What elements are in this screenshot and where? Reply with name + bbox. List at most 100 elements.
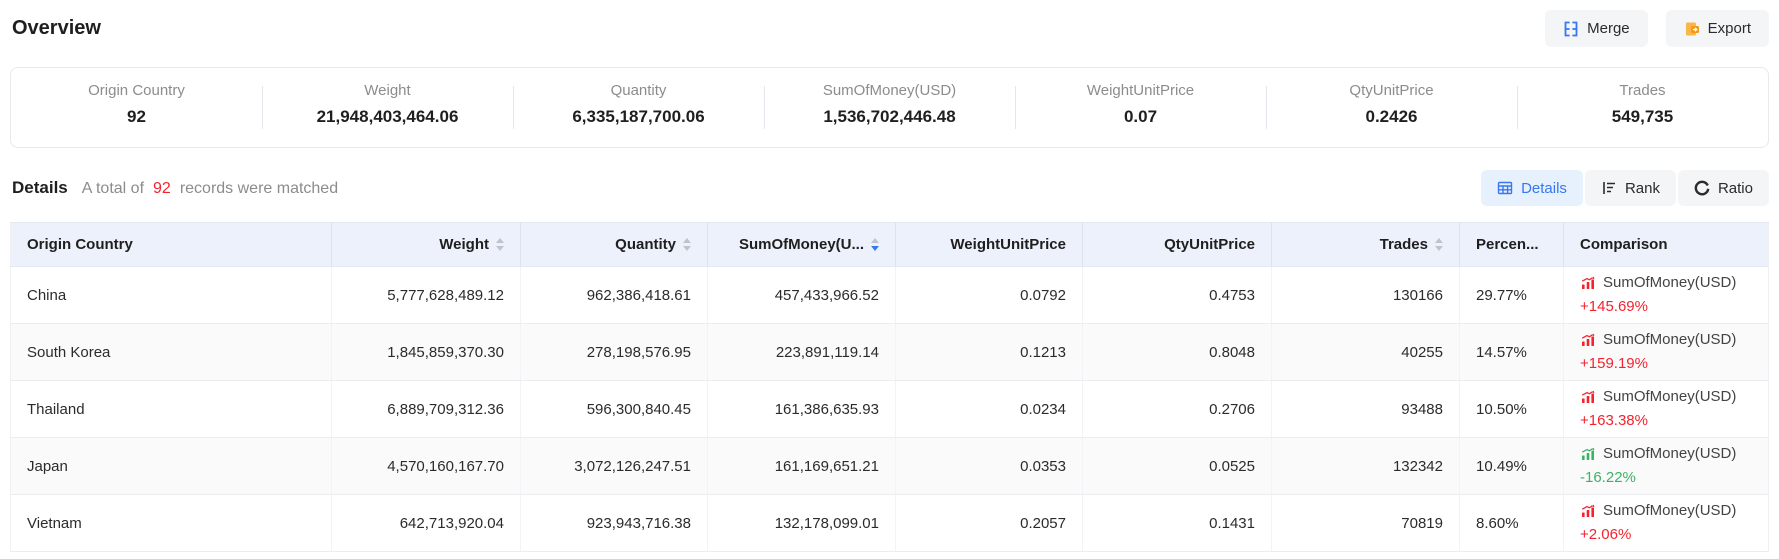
cell-sum-of-money: 132,178,099.01: [708, 495, 896, 552]
col-label: Origin Country: [27, 236, 133, 253]
comparison-change-value: +159.19%: [1580, 354, 1752, 374]
details-table: Origin Country Weight Quantity SumOfMone…: [10, 222, 1769, 552]
stat-trades: Trades 549,735: [1517, 68, 1768, 147]
tab-ratio[interactable]: Ratio: [1678, 170, 1769, 206]
page-title: Overview: [12, 17, 101, 40]
trend-chart-icon: [1580, 503, 1596, 519]
cell-quantity: 3,072,126,247.51: [521, 438, 708, 495]
cell-weight-unit-price: 0.0353: [896, 438, 1083, 495]
col-label: Quantity: [615, 236, 676, 253]
cell-comparison: SumOfMoney(USD) +145.69%: [1564, 267, 1769, 324]
table-row: China 5,777,628,489.12 962,386,418.61 45…: [11, 267, 1769, 324]
cell-qty-unit-price: 0.2706: [1083, 381, 1272, 438]
col-header-trades[interactable]: Trades: [1272, 223, 1460, 267]
topbar: Overview Merge Export: [0, 0, 1779, 47]
comparison-metric-label: SumOfMoney(USD): [1603, 273, 1736, 293]
stat-weight: Weight 21,948,403,464.06: [262, 68, 513, 147]
stat-label: WeightUnitPrice: [1015, 82, 1266, 99]
tab-rank-label: Rank: [1625, 180, 1660, 197]
cell-trades: 132342: [1272, 438, 1460, 495]
cell-trades: 130166: [1272, 267, 1460, 324]
cell-quantity: 596,300,840.45: [521, 381, 708, 438]
cell-comparison: SumOfMoney(USD) +159.19%: [1564, 324, 1769, 381]
cell-origin-country: South Korea: [11, 324, 332, 381]
cell-qty-unit-price: 0.8048: [1083, 324, 1272, 381]
view-switcher: Details Rank Ratio: [1481, 170, 1769, 206]
cell-percent: 29.77%: [1460, 267, 1564, 324]
comparison-metric-label: SumOfMoney(USD): [1603, 330, 1736, 350]
stat-value: 0.2426: [1266, 107, 1517, 127]
topbar-actions: Merge Export: [1545, 10, 1769, 47]
stat-qty-unit-price: QtyUnitPrice 0.2426: [1266, 68, 1517, 147]
cell-comparison: SumOfMoney(USD) -16.22%: [1564, 438, 1769, 495]
col-header-origin-country: Origin Country: [11, 223, 332, 267]
cell-sum-of-money: 223,891,119.14: [708, 324, 896, 381]
stat-value: 92: [11, 107, 262, 127]
table-row: Thailand 6,889,709,312.36 596,300,840.45…: [11, 381, 1769, 438]
cell-quantity: 278,198,576.95: [521, 324, 708, 381]
comparison-change-value: +163.38%: [1580, 411, 1752, 431]
cell-comparison: SumOfMoney(USD) +163.38%: [1564, 381, 1769, 438]
sort-icon-active-desc[interactable]: [871, 238, 879, 251]
stat-value: 21,948,403,464.06: [262, 107, 513, 127]
table-grid-icon: [1497, 180, 1513, 196]
sort-icon[interactable]: [1435, 238, 1443, 251]
stat-origin-country: Origin Country 92: [11, 68, 262, 147]
pie-ratio-icon: [1694, 180, 1710, 196]
stat-value: 0.07: [1015, 107, 1266, 127]
details-heading-group: Details A total of 92 records were match…: [12, 178, 338, 198]
trend-chart-icon: [1580, 389, 1596, 405]
cell-sum-of-money: 161,386,635.93: [708, 381, 896, 438]
cell-qty-unit-price: 0.1431: [1083, 495, 1272, 552]
stat-sum-of-money: SumOfMoney(USD) 1,536,702,446.48: [764, 68, 1015, 147]
sort-icon[interactable]: [683, 238, 691, 251]
cell-origin-country: Thailand: [11, 381, 332, 438]
records-summary-prefix: A total of: [82, 180, 144, 198]
cell-percent: 8.60%: [1460, 495, 1564, 552]
col-header-percent: Percen...: [1460, 223, 1564, 267]
export-button-label: Export: [1708, 20, 1751, 37]
cell-comparison: SumOfMoney(USD) +2.06%: [1564, 495, 1769, 552]
table-header-row: Origin Country Weight Quantity SumOfMone…: [11, 223, 1769, 267]
cell-weight: 1,845,859,370.30: [332, 324, 521, 381]
col-label: Trades: [1380, 236, 1428, 253]
col-label: Comparison: [1580, 236, 1668, 253]
stat-label: SumOfMoney(USD): [764, 82, 1015, 99]
stat-weight-unit-price: WeightUnitPrice 0.07: [1015, 68, 1266, 147]
cell-weight-unit-price: 0.1213: [896, 324, 1083, 381]
export-button[interactable]: Export: [1666, 10, 1769, 47]
comparison-change-value: +2.06%: [1580, 525, 1752, 545]
overview-stats-card: Origin Country 92 Weight 21,948,403,464.…: [10, 67, 1769, 148]
col-header-quantity[interactable]: Quantity: [521, 223, 708, 267]
col-label: SumOfMoney(U...: [739, 236, 864, 253]
stat-label: Origin Country: [11, 82, 262, 99]
stat-label: QtyUnitPrice: [1266, 82, 1517, 99]
table-row: Vietnam 642,713,920.04 923,943,716.38 13…: [11, 495, 1769, 552]
col-header-weight[interactable]: Weight: [332, 223, 521, 267]
cell-sum-of-money: 457,433,966.52: [708, 267, 896, 324]
trend-chart-icon: [1580, 275, 1596, 291]
col-label: QtyUnitPrice: [1164, 236, 1255, 253]
tab-ratio-label: Ratio: [1718, 180, 1753, 197]
stat-value: 549,735: [1517, 107, 1768, 127]
stat-quantity: Quantity 6,335,187,700.06: [513, 68, 764, 147]
comparison-change-value: +145.69%: [1580, 297, 1752, 317]
table-row: Japan 4,570,160,167.70 3,072,126,247.51 …: [11, 438, 1769, 495]
table-row: South Korea 1,845,859,370.30 278,198,576…: [11, 324, 1769, 381]
stat-label: Weight: [262, 82, 513, 99]
records-summary-suffix: records were matched: [180, 180, 338, 198]
cell-origin-country: China: [11, 267, 332, 324]
cell-qty-unit-price: 0.4753: [1083, 267, 1272, 324]
cell-qty-unit-price: 0.0525: [1083, 438, 1272, 495]
sort-icon[interactable]: [496, 238, 504, 251]
merge-button[interactable]: Merge: [1545, 10, 1648, 47]
tab-details-label: Details: [1521, 180, 1567, 197]
trend-chart-icon: [1580, 332, 1596, 348]
comparison-metric-label: SumOfMoney(USD): [1603, 501, 1736, 521]
cell-weight: 5,777,628,489.12: [332, 267, 521, 324]
tab-rank[interactable]: Rank: [1585, 170, 1676, 206]
tab-details[interactable]: Details: [1481, 170, 1583, 206]
cell-trades: 93488: [1272, 381, 1460, 438]
col-header-sum-of-money[interactable]: SumOfMoney(U...: [708, 223, 896, 267]
cell-origin-country: Vietnam: [11, 495, 332, 552]
